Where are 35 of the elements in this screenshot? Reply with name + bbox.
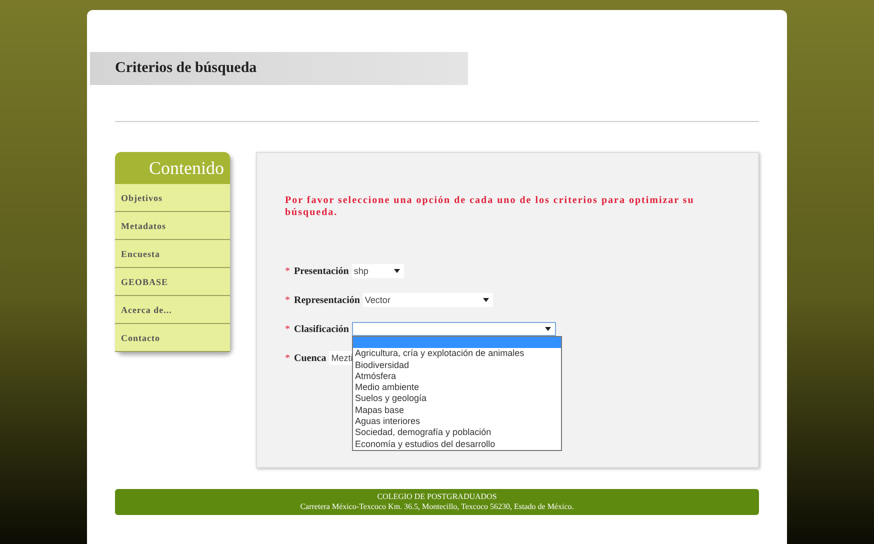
required-mark: *	[285, 294, 290, 306]
dropdown-option[interactable]: Agricultura, cría y explotación de animales	[353, 348, 561, 360]
required-mark: *	[285, 352, 290, 364]
dropdown-option[interactable]: Biodiversidad	[353, 360, 561, 371]
dropdown-option[interactable]	[353, 337, 561, 348]
caret-icon	[482, 296, 490, 304]
sidebar-item[interactable]: Objetivos	[115, 184, 230, 212]
required-mark: *	[285, 324, 290, 334]
dropdown[interactable]: Vector	[362, 293, 493, 307]
page-title: Criterios de búsqueda	[90, 52, 468, 85]
field-label: Representación	[294, 294, 360, 306]
sidebar-item[interactable]: Contacto	[115, 324, 230, 352]
footer-address: Carretera México-Texcoco Km. 36.5, Montecillo, Texcoco 56230, Estado de México.	[300, 502, 574, 512]
dropdown-option[interactable]: Medio ambiente	[353, 382, 561, 394]
sidebar-item[interactable]: GEOBASE	[115, 268, 230, 296]
instruction-text: Por favor seleccione una opción de cada uno de los criterios para optimizar su búsqueda.	[285, 195, 696, 219]
field-label: Clasificación	[294, 324, 349, 334]
footer-title: COLEGIO DE POSTGRADUADOS	[377, 492, 497, 502]
sidebar-item[interactable]: Metadatos	[115, 212, 230, 240]
required-mark: *	[285, 266, 290, 276]
sidebar-item[interactable]: Acerca de...	[115, 296, 230, 324]
sidebar-header: Contenido	[115, 152, 230, 184]
sidebar-item[interactable]: Encuesta	[115, 240, 230, 268]
dropdown-option[interactable]: Sociedad, demografía y población	[353, 427, 561, 439]
dropdown[interactable]	[352, 322, 556, 336]
caret-icon	[392, 267, 401, 275]
field-label: Cuenca	[294, 352, 326, 364]
dropdown-option[interactable]: Mapas base	[353, 404, 561, 416]
field-label: Presentación	[294, 266, 349, 276]
caret-icon	[544, 325, 552, 333]
dropdown-option[interactable]: Suelos y geología	[353, 393, 561, 405]
dropdown-option[interactable]: Aguas interiores	[353, 416, 561, 428]
dropdown[interactable]: shp	[352, 264, 404, 278]
dropdown-option[interactable]: Economía y estudios del desarrollo	[353, 438, 561, 450]
dropdown-option[interactable]: Atmósfera	[353, 370, 561, 382]
